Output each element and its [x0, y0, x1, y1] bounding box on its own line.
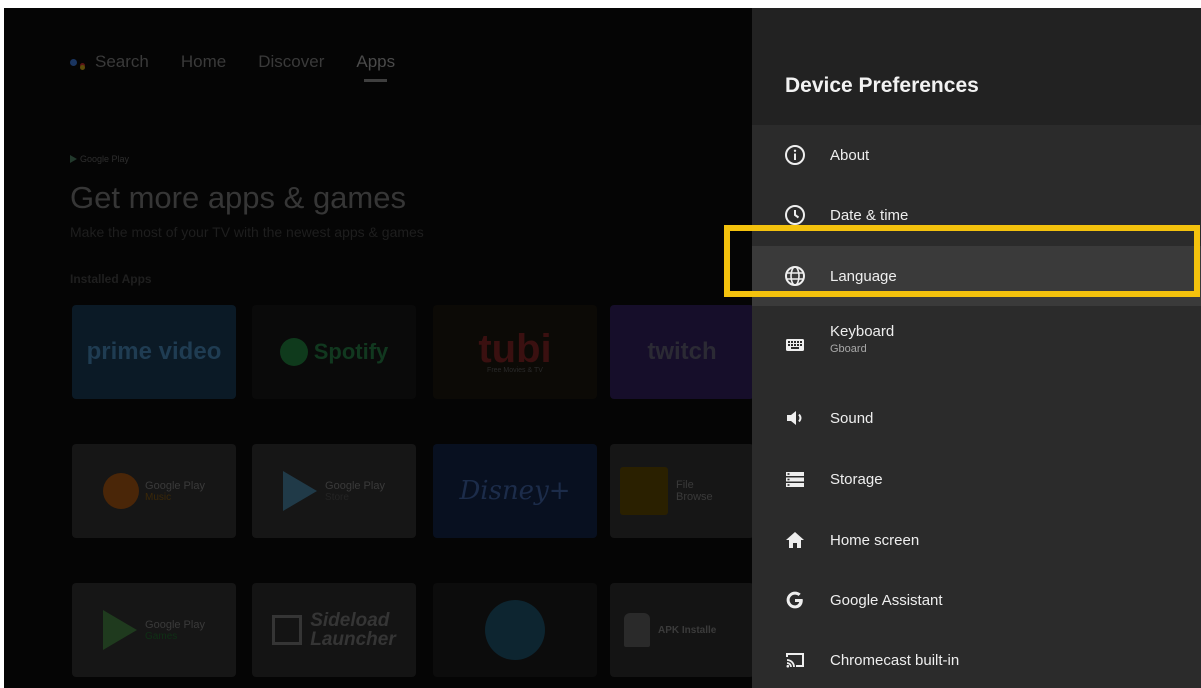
app-tile-tubi[interactable]: tubi Free Movies & TV [433, 305, 597, 399]
menu-item-storage[interactable]: Storage [752, 449, 1201, 509]
app-tile-google-play-music[interactable]: Google Play Music [72, 444, 236, 538]
storage-icon [784, 468, 806, 490]
app-tile-sideload-launcher[interactable]: Sideload Launcher [252, 583, 416, 677]
app-tile-spotify[interactable]: Spotify [252, 305, 416, 399]
keyboard-label: Keyboard [830, 323, 895, 340]
headline: Get more apps & games [70, 180, 406, 215]
menu-item-chromecast[interactable]: Chromecast built-in [752, 630, 1201, 688]
speaker-icon [784, 407, 806, 429]
menu-item-about[interactable]: About [752, 125, 1201, 185]
home-icon [784, 529, 806, 551]
app-tile-sync[interactable] [433, 583, 597, 677]
play-games-icon [103, 610, 138, 650]
cast-icon [784, 649, 806, 671]
nav-search[interactable]: Search [70, 52, 149, 72]
play-store-icon [283, 471, 318, 511]
app-tile-twitch[interactable]: twitch [610, 305, 754, 399]
info-icon [784, 144, 806, 166]
app-tile-prime-video[interactable]: prime video [72, 305, 236, 399]
clock-icon [784, 204, 806, 226]
google-assistant-icon [70, 55, 85, 70]
panel-header: Device Preferences [752, 8, 1201, 125]
android-icon [624, 613, 650, 647]
keyboard-icon [784, 334, 806, 356]
nav-home[interactable]: Home [181, 52, 226, 72]
tv-screen: Search Home Discover Apps Google Play Ge… [4, 8, 1201, 688]
panel-title: Device Preferences [785, 74, 979, 97]
keyboard-sublabel: Gboard [830, 343, 867, 355]
home-screen-dimmed: Search Home Discover Apps Google Play Ge… [4, 8, 754, 688]
play-icon [70, 155, 77, 163]
app-tile-google-play-store[interactable]: Google Play Store [252, 444, 416, 538]
subheadline: Make the most of your TV with the newest… [70, 224, 424, 240]
app-tile-disney-plus[interactable]: Disney+ [433, 444, 597, 538]
menu-item-sound[interactable]: Sound [752, 388, 1201, 448]
folder-icon [620, 467, 668, 515]
app-tile-google-play-games[interactable]: Google Play Games [72, 583, 236, 677]
device-preferences-panel: Device Preferences About Date & time Lan… [752, 8, 1201, 688]
app-tile-apk-installer[interactable]: APK Installe [610, 583, 754, 677]
spotify-icon [279, 338, 308, 366]
nav-discover[interactable]: Discover [258, 52, 324, 72]
menu-item-home-screen[interactable]: Home screen [752, 510, 1201, 570]
launch-icon [272, 615, 303, 645]
highlight-box [724, 225, 1200, 297]
app-tile-file-browser[interactable]: File Browse [610, 444, 754, 538]
menu-item-keyboard[interactable]: Keyboard Gboard [752, 315, 1201, 375]
play-music-icon [103, 473, 140, 509]
nav-apps[interactable]: Apps [356, 52, 395, 82]
google-play-brand: Google Play [70, 154, 129, 164]
sync-icon [485, 600, 545, 660]
menu-item-google-assistant[interactable]: Google Assistant [752, 570, 1201, 630]
top-navigation: Search Home Discover Apps [70, 52, 395, 82]
google-g-icon [784, 589, 806, 611]
section-title: Installed Apps [70, 272, 152, 286]
